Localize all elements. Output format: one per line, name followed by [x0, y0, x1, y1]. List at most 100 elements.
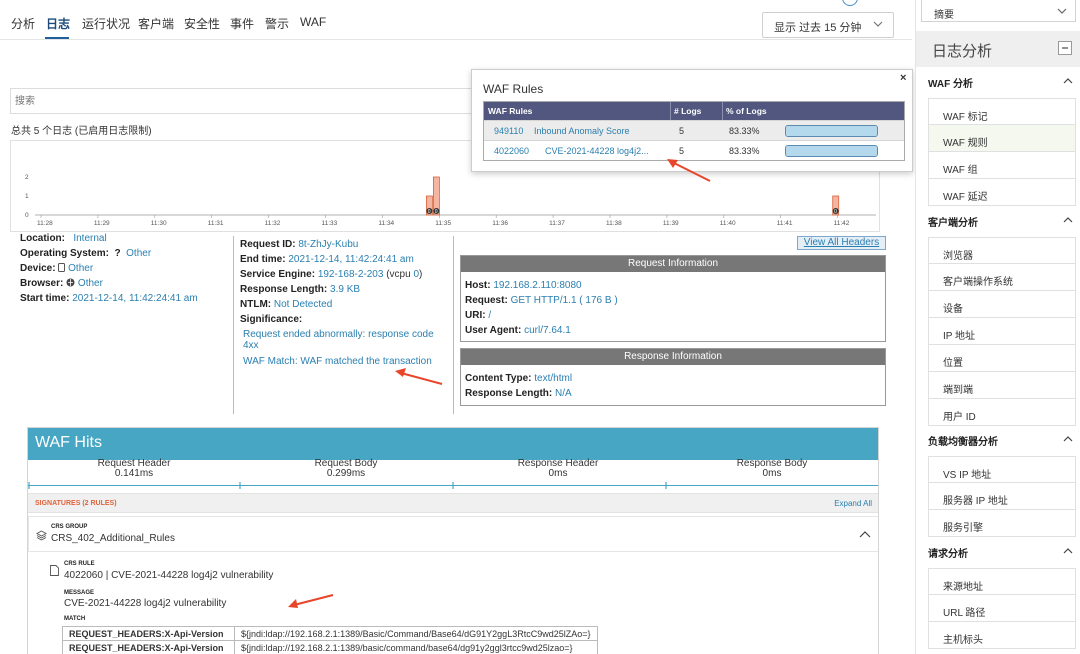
percent-bar-fill	[786, 146, 877, 156]
uri-value[interactable]: /	[488, 310, 491, 321]
match-table: REQUEST_HEADERS:X-Api-Version ${jndi:lda…	[62, 626, 598, 654]
sidebar-item[interactable]: 用户 ID	[928, 399, 1076, 426]
rule-percent: 83.33%	[729, 146, 760, 156]
sidebar-item[interactable]: 服务器 IP 地址	[928, 483, 1076, 510]
tab-logs[interactable]: 日志	[46, 15, 70, 32]
start-time-label: Start time:	[20, 293, 70, 304]
match-value: ${jndi:ldap://192.168.2.1:1389/Basic/Com…	[234, 626, 598, 641]
collapse-icon[interactable]	[1058, 41, 1072, 55]
x-tick-label: 11:37	[549, 220, 565, 227]
sidebar-item[interactable]: WAF 组	[928, 152, 1076, 179]
x-tick-label: 11:29	[94, 220, 110, 227]
tab-events[interactable]: 事件	[230, 15, 254, 32]
summary-select[interactable]: 摘要	[921, 0, 1076, 22]
significance-item-4xx[interactable]: Request ended abnormally: response code …	[240, 329, 450, 351]
crs-group-name: CRS_402_Additional_Rules	[51, 533, 175, 544]
document-icon	[50, 565, 59, 576]
col-percent-logs[interactable]: % of Logs	[726, 106, 767, 116]
device-value[interactable]: Other	[68, 263, 93, 274]
content-type-label: Content Type:	[465, 373, 532, 384]
sidebar-section-title[interactable]: 客户端分析	[928, 214, 978, 229]
waf-hits-title: WAF Hits	[28, 428, 878, 460]
request-label: Request:	[465, 295, 508, 306]
sidebar-section-title[interactable]: 请求分析	[928, 545, 968, 560]
sidebar-item[interactable]: 端到端	[928, 372, 1076, 399]
y-tick-label: 0	[25, 212, 29, 219]
help-icon[interactable]	[842, 0, 858, 6]
response-information-panel: Response Information Content Type: text/…	[460, 348, 886, 406]
ntlm-label: NTLM:	[240, 299, 272, 310]
rule-name[interactable]: CVE-2021-44228 log4j2...	[545, 146, 649, 156]
significance-item-waf-match[interactable]: WAF Match: WAF matched the transaction	[240, 354, 450, 369]
sidebar-item[interactable]: 设备	[928, 291, 1076, 318]
request-value[interactable]: GET HTTP/1.1 ( 176 B )	[511, 295, 618, 306]
sidebar-item[interactable]: URL 路径	[928, 595, 1076, 622]
sidebar-item[interactable]: VS IP 地址	[928, 456, 1076, 483]
view-all-headers-button[interactable]: View All Headers	[797, 236, 886, 250]
sidebar-item[interactable]: IP 地址	[928, 318, 1076, 345]
table-row[interactable]: 949110 Inbound Anomaly Score 5 83.33%	[484, 120, 904, 140]
phase-time: 0ms	[548, 468, 568, 479]
rule-name[interactable]: Inbound Anomaly Score	[534, 126, 630, 136]
tab-clients[interactable]: 客户端	[138, 15, 174, 32]
rule-id[interactable]: 949110	[494, 126, 523, 136]
browser-label: Browser:	[20, 278, 64, 289]
col-divider	[722, 102, 723, 120]
location-value[interactable]: Internal	[73, 233, 106, 244]
response-length-label: Response Length:	[240, 284, 328, 295]
chevron-up-icon[interactable]	[859, 530, 871, 538]
tab-waf[interactable]: WAF	[300, 15, 326, 29]
tab-alerts[interactable]: 警示	[265, 15, 289, 32]
os-label: Operating System:	[20, 248, 109, 259]
host-value[interactable]: 192.168.2.110:8080	[493, 280, 581, 291]
content-type-value[interactable]: text/html	[534, 373, 572, 384]
col-divider	[670, 102, 671, 120]
summary-select-label: 摘要	[934, 10, 954, 21]
sidebar-item[interactable]: 位置	[928, 345, 1076, 372]
sidebar-item[interactable]: WAF 标记	[928, 98, 1076, 125]
match-row: REQUEST_HEADERS:X-Api-Version ${jndi:lda…	[62, 626, 598, 641]
rule-id[interactable]: 4022060	[494, 146, 529, 156]
sidebar-section-title[interactable]: WAF 分析	[928, 75, 973, 90]
phase-response-body: Response Body 0ms	[720, 459, 824, 479]
sidebar-item[interactable]: 主机标头	[928, 622, 1076, 649]
log-search-input[interactable]	[10, 88, 500, 114]
waf-rules-popup-title: WAF Rules	[483, 82, 544, 96]
chevron-up-icon[interactable]	[1063, 547, 1073, 555]
expand-all-link[interactable]: Expand All	[834, 499, 872, 508]
end-time-label: End time:	[240, 254, 286, 265]
chevron-up-icon[interactable]	[1063, 435, 1073, 443]
close-icon[interactable]: ×	[900, 72, 906, 84]
x-tick-label: 11:42	[834, 220, 850, 227]
sidebar-item[interactable]: 来源地址	[928, 568, 1076, 595]
service-engine-value[interactable]: 192-168-2-203	[318, 269, 384, 280]
time-range-select[interactable]: 显示 过去 15 分钟	[762, 12, 894, 38]
crs-group-header[interactable]: CRS GROUP CRS_402_Additional_Rules	[28, 516, 878, 552]
x-tick-label: 11:40	[720, 220, 736, 227]
browser-value[interactable]: Other	[78, 278, 103, 289]
chevron-up-icon[interactable]	[1063, 216, 1073, 224]
sidebar-item[interactable]: WAF 规则	[928, 125, 1076, 152]
chevron-up-icon[interactable]	[1063, 77, 1073, 85]
host-label: Host:	[465, 280, 491, 291]
os-value[interactable]: Other	[126, 248, 151, 259]
sidebar-item[interactable]: 客户端操作系统	[928, 264, 1076, 291]
tab-analytics[interactable]: 分析	[11, 15, 35, 32]
response-length-value-2: N/A	[555, 388, 572, 399]
sidebar-item[interactable]: WAF 延迟	[928, 179, 1076, 206]
tab-health[interactable]: 运行状况	[82, 15, 130, 32]
sidebar-item[interactable]: 服务引擎	[928, 510, 1076, 537]
question-icon: ?	[114, 248, 121, 259]
col-logs[interactable]: # Logs	[674, 106, 701, 116]
col-waf-rules[interactable]: WAF Rules	[488, 106, 532, 116]
user-agent-value[interactable]: curl/7.64.1	[524, 325, 571, 336]
rule-percent: 83.33%	[729, 126, 760, 136]
vcpu-prefix: (vcpu	[383, 269, 414, 280]
sidebar-item[interactable]: 浏览器	[928, 237, 1076, 264]
globe-icon	[66, 278, 75, 287]
tab-security[interactable]: 安全性	[184, 15, 220, 32]
percent-bar	[785, 125, 878, 137]
table-row[interactable]: 4022060 CVE-2021-44228 log4j2... 5 83.33…	[484, 140, 904, 160]
request-id-value[interactable]: 8t-ZhJy-Kubu	[298, 239, 358, 250]
sidebar-section-title[interactable]: 负载均衡器分析	[928, 433, 998, 448]
